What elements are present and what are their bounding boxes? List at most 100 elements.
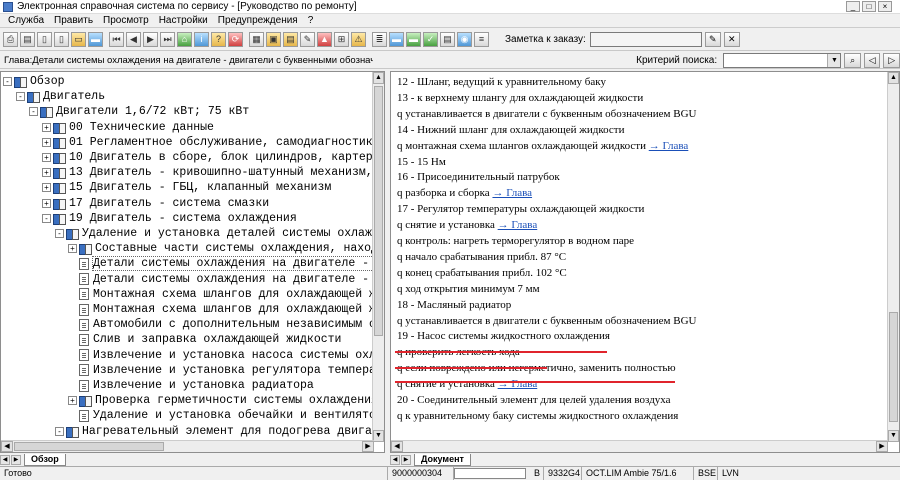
tree-item[interactable]: Детали системы охлаждения на двигателе -… — [68, 272, 374, 287]
tree-item[interactable]: Монтажная схема шлангов для охлаждающей … — [68, 287, 374, 302]
menu-view[interactable]: Просмотр — [98, 15, 154, 26]
tree-item[interactable]: - 19 Двигатель - система охлаждения — [42, 211, 297, 226]
tab-document[interactable]: Документ — [414, 454, 471, 466]
tree-item[interactable]: +17 Двигатель - система смазки — [42, 196, 269, 211]
page-icon[interactable]: ▯ — [37, 32, 52, 47]
tree-item[interactable]: - Двигатели 1,6/72 кВт; 75 кВт — [29, 104, 249, 119]
menu-settings[interactable]: Настройки — [154, 15, 213, 26]
tree-item[interactable]: Детали системы охлаждения на двигателе -… — [68, 256, 374, 272]
car-icon[interactable]: ▬ — [88, 32, 103, 47]
help-icon[interactable]: ? — [211, 32, 226, 47]
chapter-link[interactable]: → Глава — [492, 187, 532, 199]
collapse-icon[interactable]: - — [55, 426, 64, 436]
clipboard-icon[interactable]: ▤ — [440, 32, 455, 47]
calculator-icon[interactable]: ▦ — [249, 32, 264, 47]
last-icon[interactable]: ⏭ — [160, 32, 175, 47]
tab-next-icon[interactable]: ▶ — [401, 455, 411, 465]
note-clear-button[interactable]: ✕ — [723, 32, 740, 47]
close-button[interactable]: × — [878, 1, 892, 12]
collapse-icon[interactable]: - — [16, 92, 25, 102]
chevron-down-icon[interactable]: ▼ — [827, 53, 841, 67]
scroll-right-icon[interactable]: ▶ — [876, 441, 888, 452]
collapse-icon[interactable]: - — [3, 77, 12, 86]
expand-icon[interactable]: + — [42, 198, 51, 208]
measure-icon[interactable]: ⊞ — [334, 32, 349, 47]
list-alt-icon[interactable]: ≡ — [474, 32, 489, 47]
check-icon[interactable]: ✓ — [423, 32, 438, 47]
scroll-thumb-horizontal[interactable] — [14, 442, 164, 451]
printer-setup-icon[interactable]: ▤ — [20, 32, 35, 47]
document-vertical-scrollbar[interactable]: ▲ ▼ — [887, 72, 899, 442]
chapter-link[interactable]: → Глава — [498, 219, 538, 231]
tree-item[interactable]: - Нагревательный элемент для подогрева дв… — [55, 424, 374, 439]
tree-item[interactable]: - Удаление и установка деталей системы ох… — [55, 226, 374, 241]
scroll-down-icon[interactable]: ▼ — [373, 430, 384, 442]
tab-next-icon[interactable]: ▶ — [11, 455, 21, 465]
warning-icon[interactable]: ⚠ — [351, 32, 366, 47]
tree-item[interactable]: Извлечение и установка радиатора — [68, 378, 314, 393]
order-note-input[interactable] — [589, 32, 702, 47]
scroll-thumb[interactable] — [889, 312, 898, 422]
expand-icon[interactable]: + — [42, 137, 51, 147]
print-icon[interactable]: ⎙ — [3, 32, 18, 47]
note-edit-button[interactable]: ✎ — [704, 32, 721, 47]
search-prev-button[interactable]: ◁ — [863, 52, 881, 68]
first-icon[interactable]: ⏮ — [109, 32, 124, 47]
tab-overview[interactable]: Обзор — [24, 454, 66, 466]
collapse-icon[interactable]: - — [29, 107, 38, 117]
open-icon[interactable]: ▭ — [71, 32, 86, 47]
tab-prev-icon[interactable]: ◀ — [0, 455, 10, 465]
car-green-icon[interactable]: ▬ — [406, 32, 421, 47]
scroll-right-icon[interactable]: ▶ — [362, 441, 374, 452]
car-blue-icon[interactable]: ▬ — [389, 32, 404, 47]
tree-item[interactable]: Монтажная схема шлангов для охлаждающей … — [68, 302, 374, 317]
menu-service[interactable]: Служба — [3, 15, 49, 26]
next-icon[interactable]: ▶ — [143, 32, 158, 47]
expand-icon[interactable]: + — [68, 244, 77, 254]
tab-prev-icon[interactable]: ◀ — [390, 455, 400, 465]
page-alt-icon[interactable]: ▯ — [54, 32, 69, 47]
menu-help[interactable]: ? — [303, 15, 319, 26]
scroll-down-icon[interactable]: ▼ — [888, 430, 899, 442]
expand-icon[interactable]: + — [42, 183, 51, 193]
tree-item[interactable]: + Проверка герметичности системы охлажден… — [68, 393, 374, 408]
tree-item[interactable]: - Обзор — [3, 74, 65, 89]
scroll-left-icon[interactable]: ◀ — [391, 441, 403, 452]
info-icon[interactable]: i — [194, 32, 209, 47]
list-icon[interactable]: ≣ — [372, 32, 387, 47]
maximize-button[interactable]: □ — [862, 1, 876, 12]
tree-item[interactable]: Слив и заправка охлаждающей жидкости — [68, 332, 341, 347]
collapse-icon[interactable]: - — [55, 229, 64, 238]
status-input[interactable] — [454, 468, 526, 479]
scroll-up-icon[interactable]: ▲ — [373, 72, 384, 84]
tree-item[interactable]: Удаление и установка обечайки и вентилят… — [68, 408, 374, 423]
expand-icon[interactable]: + — [42, 122, 51, 132]
folder-icon[interactable]: ▤ — [283, 32, 298, 47]
home-icon[interactable]: ⌂ — [177, 32, 192, 47]
refresh-icon[interactable]: ⟳ — [228, 32, 243, 47]
minimize-button[interactable]: _ — [846, 1, 860, 12]
car-red-icon[interactable]: ▲ — [317, 32, 332, 47]
tree-item[interactable]: +01 Регламентное обслуживание, самодиагн… — [42, 135, 374, 150]
prev-icon[interactable]: ◀ — [126, 32, 141, 47]
tree-item[interactable]: Извлечение и установка регулятора темпер… — [68, 363, 374, 378]
search-criteria-select[interactable]: ▼ — [723, 52, 842, 68]
chapter-link[interactable]: → Глава — [649, 140, 689, 152]
tree-horizontal-scrollbar[interactable]: ◀ ▶ — [1, 440, 374, 452]
menu-warnings[interactable]: Предупреждения — [213, 15, 303, 26]
search-next-button[interactable]: ▷ — [883, 52, 900, 68]
tree-item[interactable]: Извлечение и установка насоса системы ох… — [68, 348, 374, 363]
world-icon[interactable]: ◉ — [457, 32, 472, 47]
tree-item[interactable]: +13 Двигатель - кривошипно-шатунный меха… — [42, 165, 374, 180]
expand-icon[interactable]: + — [42, 168, 51, 178]
book-icon[interactable]: ▣ — [266, 32, 281, 47]
document-horizontal-scrollbar[interactable]: ◀ ▶ — [391, 440, 888, 452]
search-button[interactable]: ⌕ — [844, 52, 861, 68]
chapter-link[interactable]: → Глава — [498, 378, 538, 390]
tree-item[interactable]: - Двигатель — [16, 89, 105, 104]
tree-item[interactable]: +10 Двигатель в сборе, блок цилиндров, к… — [42, 150, 373, 165]
tree-item[interactable]: + Составные части системы охлаждения, нах… — [68, 241, 374, 256]
tree-item[interactable]: +15 Двигатель - ГБЦ, клапанный механизм — [42, 180, 331, 195]
note-icon[interactable]: ✎ — [300, 32, 315, 47]
tree-item[interactable]: +00 Технические данные — [42, 120, 214, 135]
